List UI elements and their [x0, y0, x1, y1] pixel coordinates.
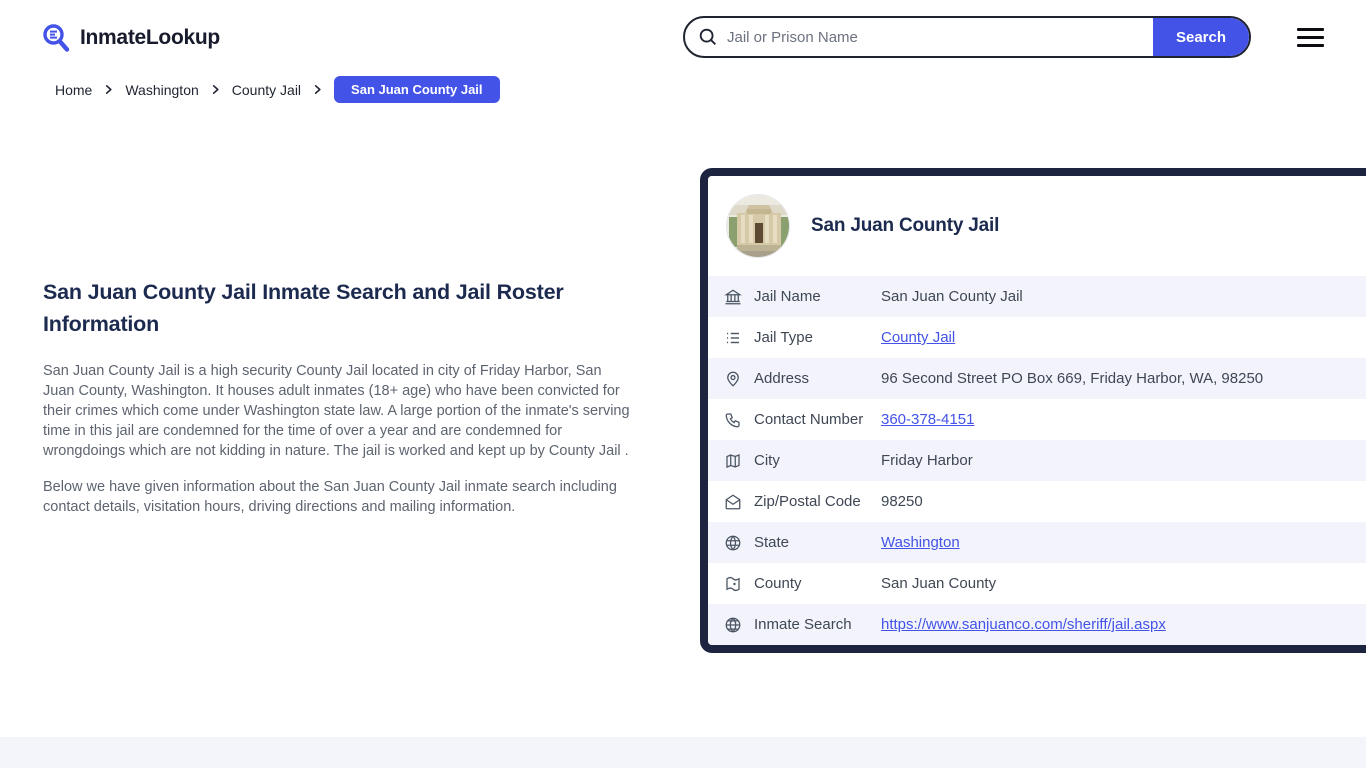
table-row: Zip/Postal Code 98250: [708, 481, 1366, 522]
card-header: San Juan County Jail: [708, 176, 1366, 276]
magnifier-document-icon: [40, 22, 72, 54]
map-icon: [724, 452, 754, 470]
row-label: County: [754, 575, 802, 592]
row-label: City: [754, 452, 780, 469]
breadcrumb-current-badge[interactable]: San Juan County Jail: [334, 76, 500, 103]
table-row: Contact Number 360-378-4151: [708, 399, 1366, 440]
article: San Juan County Jail Inmate Search and J…: [43, 276, 635, 517]
brand-name: InmateLookup: [80, 26, 220, 49]
table-row: Jail Name San Juan County Jail: [708, 276, 1366, 317]
list-icon: [724, 329, 754, 347]
table-row: County San Juan County: [708, 563, 1366, 604]
contact-number-link[interactable]: 360-378-4151: [881, 411, 974, 428]
bank-icon: [724, 288, 754, 306]
table-row: State Washington: [708, 522, 1366, 563]
brand-logo[interactable]: InmateLookup: [40, 22, 220, 54]
row-label: Inmate Search: [754, 616, 852, 633]
state-link[interactable]: Washington: [881, 534, 960, 551]
row-label: State: [754, 534, 790, 551]
search-input[interactable]: [719, 28, 1153, 46]
row-label: Jail Type: [754, 329, 813, 346]
footer-strip: [0, 737, 1366, 768]
inmate-search-link[interactable]: https://www.sanjuanco.com/sheriff/jail.a…: [881, 616, 1166, 633]
county-map-icon: [724, 575, 754, 593]
jail-photo: [726, 194, 790, 258]
row-value: 96 Second Street PO Box 669, Friday Harb…: [881, 370, 1264, 387]
row-value: San Juan County Jail: [881, 288, 1023, 305]
row-label: Jail Name: [754, 288, 821, 305]
article-paragraph: San Juan County Jail is a high security …: [43, 363, 630, 459]
table-row: Jail Type County Jail: [708, 317, 1366, 358]
jail-info-table: Jail Name San Juan County Jail Jail Type…: [708, 276, 1366, 645]
hamburger-menu-icon[interactable]: [1297, 28, 1324, 47]
breadcrumb-home[interactable]: Home: [55, 82, 92, 98]
map-pin-icon: [724, 370, 754, 388]
row-value: San Juan County: [881, 575, 997, 592]
phone-icon: [724, 411, 754, 429]
jail-info-card: San Juan County Jail Jail Name San Juan …: [700, 168, 1366, 653]
chevron-right-icon: [210, 84, 221, 95]
chevron-right-icon: [103, 84, 114, 95]
search-button[interactable]: Search: [1153, 18, 1249, 56]
breadcrumb-washington[interactable]: Washington: [125, 82, 198, 98]
table-row: City Friday Harbor: [708, 440, 1366, 481]
row-label: Address: [754, 370, 810, 387]
breadcrumb: Home Washington County Jail San Juan Cou…: [55, 76, 500, 103]
breadcrumb-county-jail[interactable]: County Jail: [232, 82, 301, 98]
table-row: Address 96 Second Street PO Box 669, Fri…: [708, 358, 1366, 399]
table-row: Inmate Search https://www.sanjuanco.com/…: [708, 604, 1366, 645]
row-value: Friday Harbor: [881, 452, 973, 469]
row-value: 98250: [881, 493, 923, 510]
page-title: San Juan County Jail Inmate Search and J…: [43, 280, 564, 336]
web-globe-icon: [724, 616, 754, 634]
jail-search-form: Search: [683, 16, 1251, 58]
article-paragraph: Below we have given information about th…: [43, 479, 617, 515]
mail-open-icon: [724, 493, 754, 511]
chevron-right-icon: [312, 84, 323, 95]
search-icon: [697, 26, 719, 48]
row-label: Zip/Postal Code: [754, 493, 861, 510]
jail-type-link[interactable]: County Jail: [881, 329, 955, 346]
row-label: Contact Number: [754, 411, 864, 428]
card-title: San Juan County Jail: [811, 215, 1000, 236]
globe-icon: [724, 534, 754, 552]
